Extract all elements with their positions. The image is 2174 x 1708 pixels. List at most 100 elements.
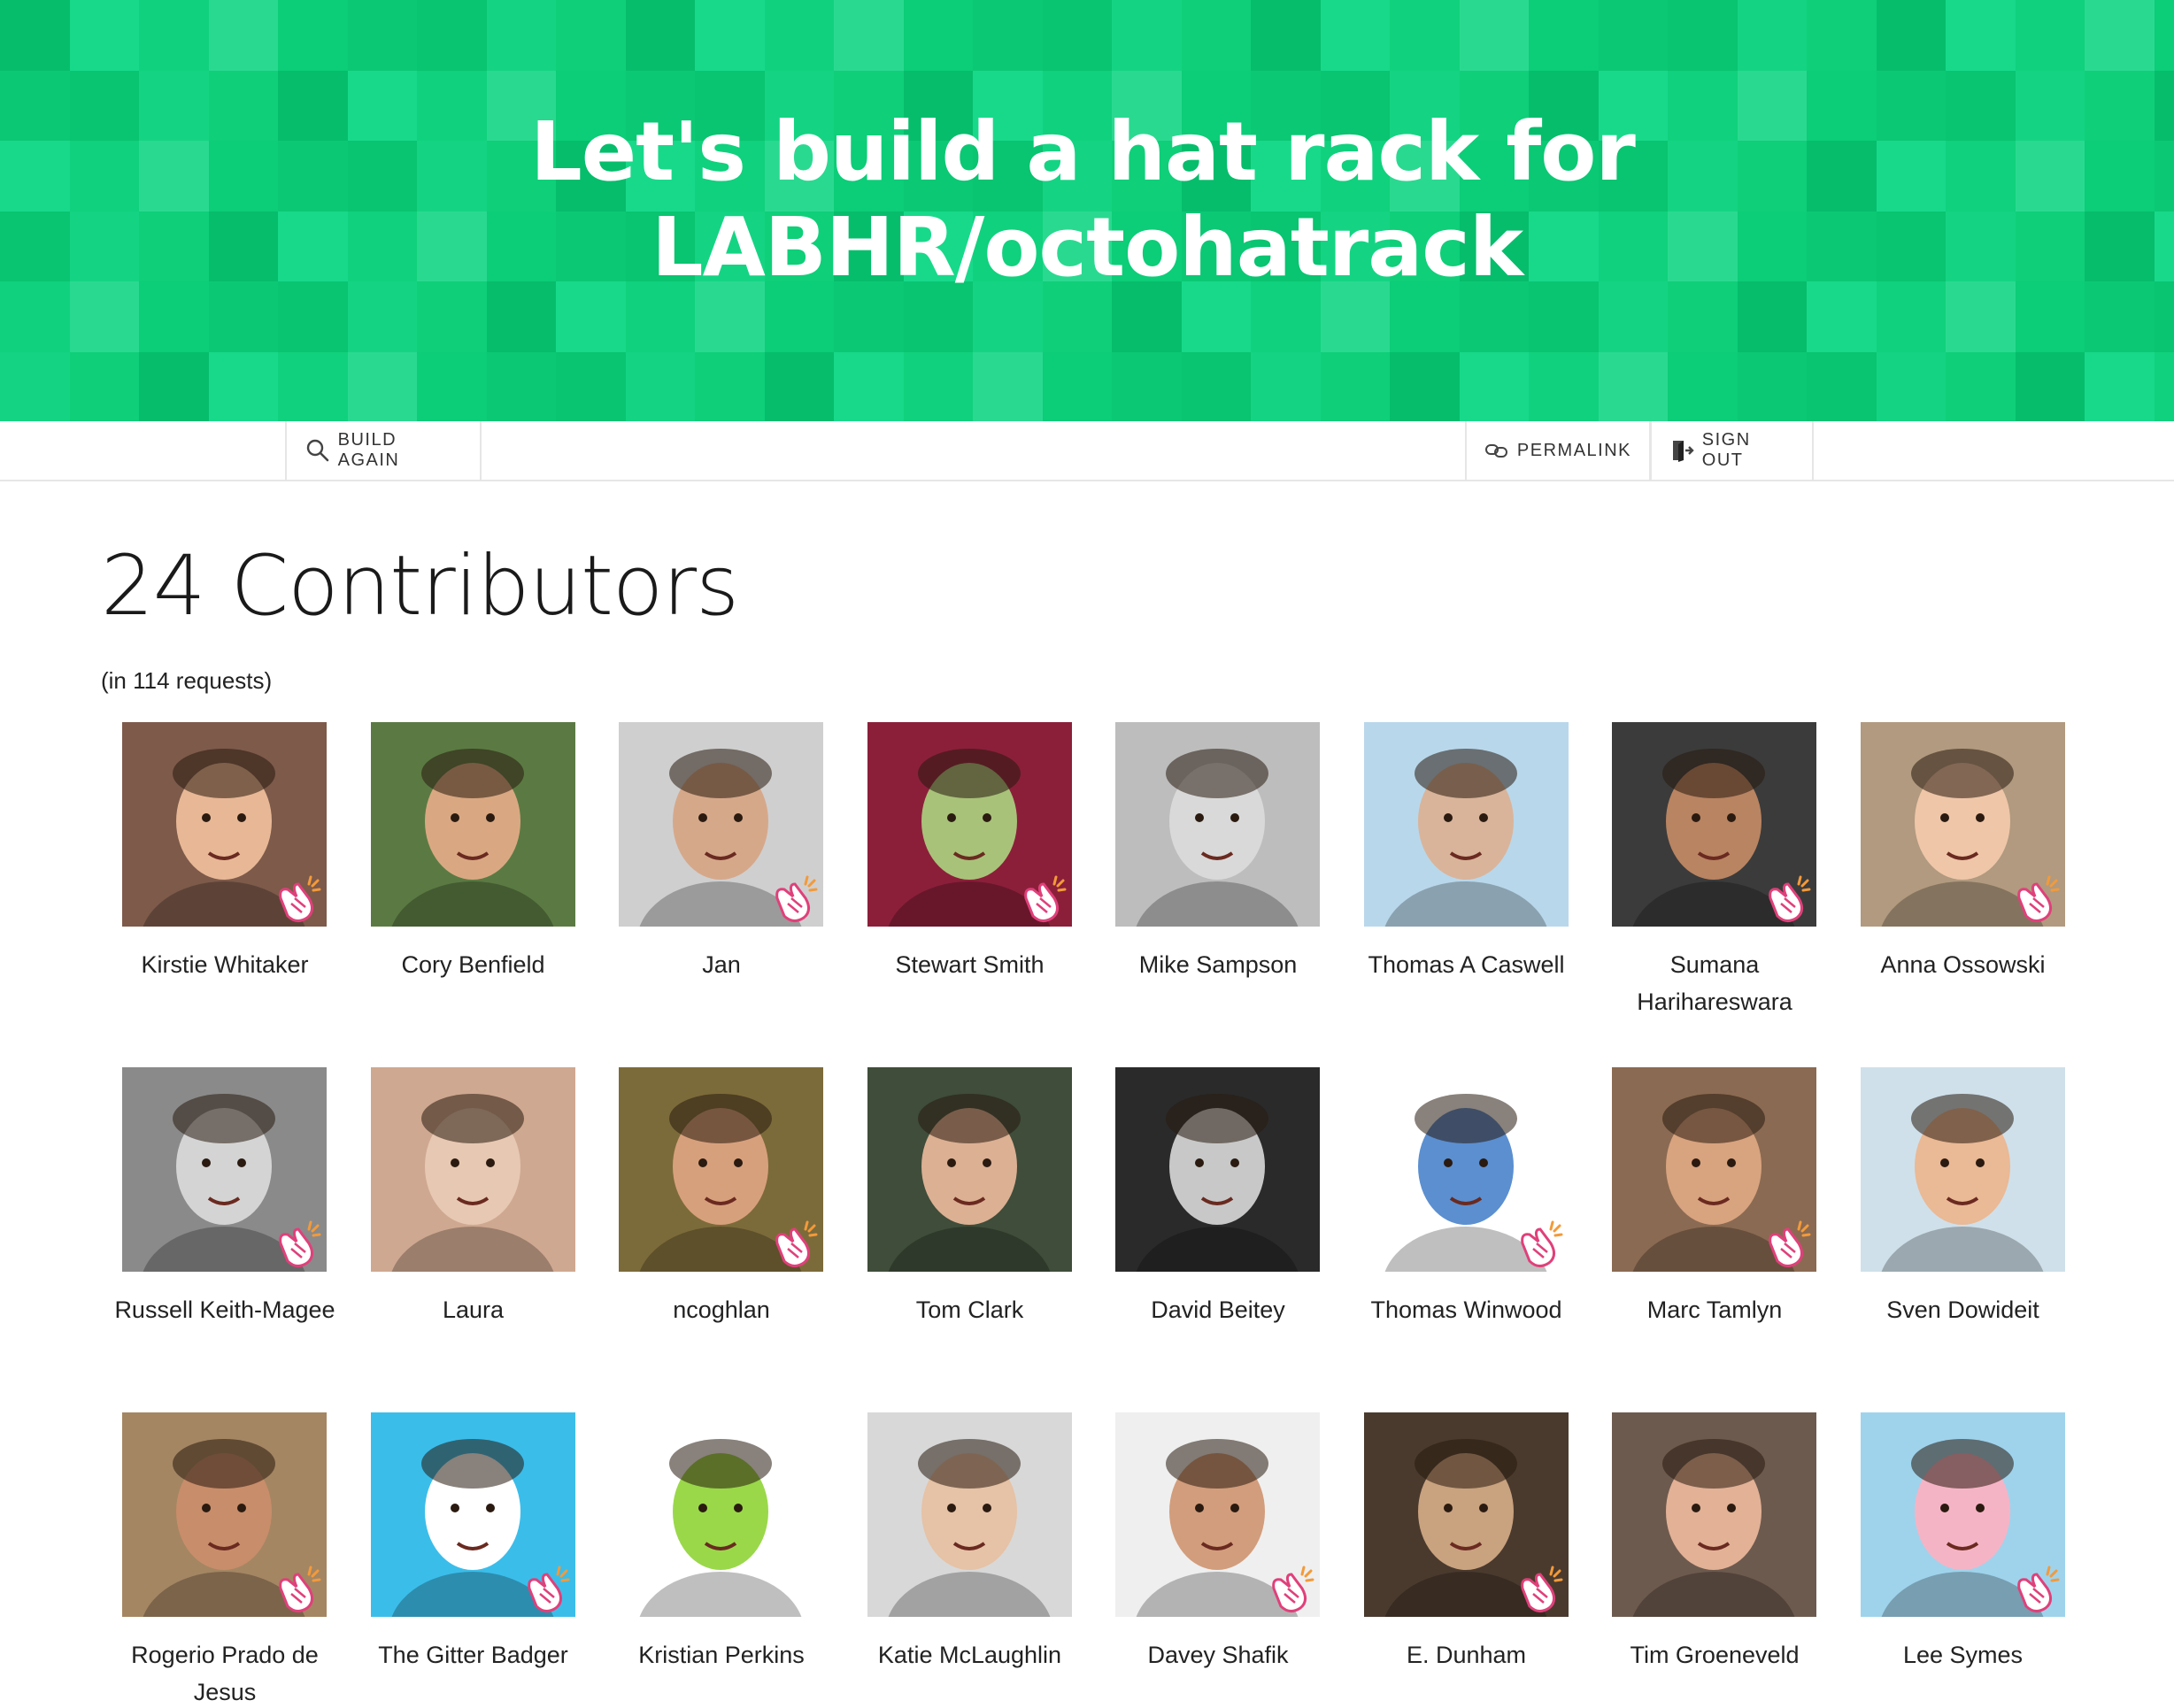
avatar[interactable]: [1612, 722, 1816, 927]
contributor-card[interactable]: Anna Ossowski: [1827, 722, 2075, 1058]
contributors-heading: 24 Contributors: [101, 538, 739, 635]
avatar[interactable]: [122, 1067, 327, 1272]
contributor-name[interactable]: Davey Shafik: [1107, 1636, 1329, 1673]
contributor-name[interactable]: Tom Clark: [860, 1291, 1081, 1328]
contributor-card[interactable]: Marc Tamlyn: [1578, 1067, 1826, 1404]
contributor-name[interactable]: ncoghlan: [611, 1291, 832, 1328]
contributor-name[interactable]: The Gitter Badger: [363, 1636, 584, 1673]
contributor-name[interactable]: Jan: [611, 946, 832, 983]
clap-hands-icon: [272, 1217, 323, 1268]
contributor-card[interactable]: David Beitey: [1082, 1067, 1330, 1404]
contributor-card[interactable]: Laura: [337, 1067, 585, 1404]
avatar[interactable]: [1860, 722, 2065, 927]
contributor-card[interactable]: Tom Clark: [834, 1067, 1082, 1404]
contributor-name[interactable]: Mike Sampson: [1107, 946, 1329, 983]
avatar[interactable]: [867, 1412, 1072, 1617]
contributor-name[interactable]: Kirstie Whitaker: [114, 946, 335, 983]
avatar[interactable]: [122, 722, 327, 927]
contributor-name[interactable]: Rogerio Prado de Jesus: [114, 1636, 335, 1708]
contributor-card[interactable]: Rogerio Prado de Jesus: [89, 1412, 336, 1708]
search-icon: [305, 437, 331, 464]
contributor-card[interactable]: Thomas A Caswell: [1330, 722, 1578, 1058]
contributor-card[interactable]: E. Dunham: [1330, 1412, 1578, 1708]
contributor-card[interactable]: Davey Shafik: [1082, 1412, 1330, 1708]
clap-hands-icon: [1762, 872, 1813, 923]
contributor-card[interactable]: Katie McLaughlin: [834, 1412, 1082, 1708]
build-again-label: BUILD AGAIN: [337, 430, 400, 470]
contributor-name[interactable]: Lee Symes: [1853, 1636, 2074, 1673]
avatar[interactable]: [1363, 722, 1569, 927]
avatar[interactable]: [1115, 722, 1320, 927]
contributor-name[interactable]: E. Dunham: [1356, 1636, 1577, 1673]
avatar[interactable]: [370, 1067, 575, 1272]
clap-hands-icon: [768, 872, 820, 923]
contributor-name[interactable]: David Beitey: [1107, 1291, 1329, 1328]
permalink-button[interactable]: PERMALINK: [1465, 421, 1651, 480]
clap-hands-icon: [768, 1217, 820, 1268]
contributor-card[interactable]: Stewart Smith: [834, 722, 1082, 1058]
avatar[interactable]: [1115, 1412, 1320, 1617]
contributor-card[interactable]: The Gitter Badger: [337, 1412, 585, 1708]
avatar[interactable]: [619, 1412, 823, 1617]
hero-banner: Let's build a hat rack for LABHR/octohat…: [0, 0, 2174, 421]
clap-hands-icon: [1017, 872, 1068, 923]
permalink-label: PERMALINK: [1516, 440, 1631, 460]
sign-out-icon: [1669, 437, 1695, 464]
avatar[interactable]: [619, 1067, 823, 1272]
avatar[interactable]: [1115, 1067, 1320, 1272]
clap-hands-icon: [520, 1562, 572, 1613]
contributor-name[interactable]: Stewart Smith: [860, 946, 1081, 983]
page-title-line2: LABHR/octohatrack: [651, 200, 1523, 295]
avatar[interactable]: [619, 722, 823, 927]
clap-hands-icon: [2010, 1562, 2062, 1613]
contributor-name[interactable]: Katie McLaughlin: [860, 1636, 1081, 1673]
clap-hands-icon: [1265, 1562, 1316, 1613]
sign-out-button[interactable]: SIGN OUT: [1650, 421, 1814, 480]
avatar[interactable]: [867, 722, 1072, 927]
contributor-card[interactable]: Kirstie Whitaker: [89, 722, 336, 1058]
clap-hands-icon: [1514, 1217, 1565, 1268]
contributor-name[interactable]: Thomas A Caswell: [1356, 946, 1577, 983]
contributor-card[interactable]: Kristian Perkins: [585, 1412, 833, 1708]
clap-hands-icon: [1514, 1562, 1565, 1613]
link-icon: [1484, 437, 1510, 464]
avatar[interactable]: [370, 722, 575, 927]
avatar[interactable]: [1612, 1067, 1816, 1272]
contributor-name[interactable]: Tim Groeneveld: [1604, 1636, 1825, 1673]
page-title: Let's build a hat rack for LABHR/octohat…: [0, 104, 2174, 296]
contributor-card[interactable]: Tim Groeneveld: [1578, 1412, 1826, 1708]
contributor-card[interactable]: Thomas Winwood: [1330, 1067, 1578, 1404]
clap-hands-icon: [272, 872, 323, 923]
contributor-name[interactable]: Cory Benfield: [363, 946, 584, 983]
contributor-card[interactable]: Mike Sampson: [1082, 722, 1330, 1058]
contributor-card[interactable]: ncoghlan: [585, 1067, 833, 1404]
clap-hands-icon: [272, 1562, 323, 1613]
sign-out-label: SIGN OUT: [1701, 430, 1751, 470]
page-title-line1: Let's build a hat rack for: [530, 104, 1636, 199]
contributor-name[interactable]: Sumana Harihareswara: [1604, 946, 1825, 1020]
clap-hands-icon: [1762, 1217, 1813, 1268]
avatar[interactable]: [1612, 1412, 1816, 1617]
contributor-name[interactable]: Sven Dowideit: [1853, 1291, 2074, 1328]
avatar[interactable]: [1363, 1412, 1569, 1617]
contributor-card[interactable]: Sven Dowideit: [1827, 1067, 2075, 1404]
contributor-card[interactable]: Russell Keith-Magee: [89, 1067, 336, 1404]
build-again-button[interactable]: BUILD AGAIN: [285, 421, 482, 480]
contributor-card[interactable]: Cory Benfield: [337, 722, 585, 1058]
avatar[interactable]: [1363, 1067, 1569, 1272]
avatar[interactable]: [370, 1412, 575, 1617]
contributor-card[interactable]: Sumana Harihareswara: [1578, 722, 1826, 1058]
contributor-card[interactable]: Jan: [585, 722, 833, 1058]
avatar[interactable]: [122, 1412, 327, 1617]
contributor-name[interactable]: Kristian Perkins: [611, 1636, 832, 1673]
avatar[interactable]: [867, 1067, 1072, 1272]
contributor-name[interactable]: Anna Ossowski: [1853, 946, 2074, 983]
requests-count: (in 114 requests): [101, 667, 273, 694]
contributor-name[interactable]: Laura: [363, 1291, 584, 1328]
avatar[interactable]: [1860, 1067, 2065, 1272]
contributor-name[interactable]: Russell Keith-Magee: [114, 1291, 335, 1328]
avatar[interactable]: [1860, 1412, 2065, 1617]
contributor-name[interactable]: Thomas Winwood: [1356, 1291, 1577, 1328]
contributor-name[interactable]: Marc Tamlyn: [1604, 1291, 1825, 1328]
contributor-card[interactable]: Lee Symes: [1827, 1412, 2075, 1708]
